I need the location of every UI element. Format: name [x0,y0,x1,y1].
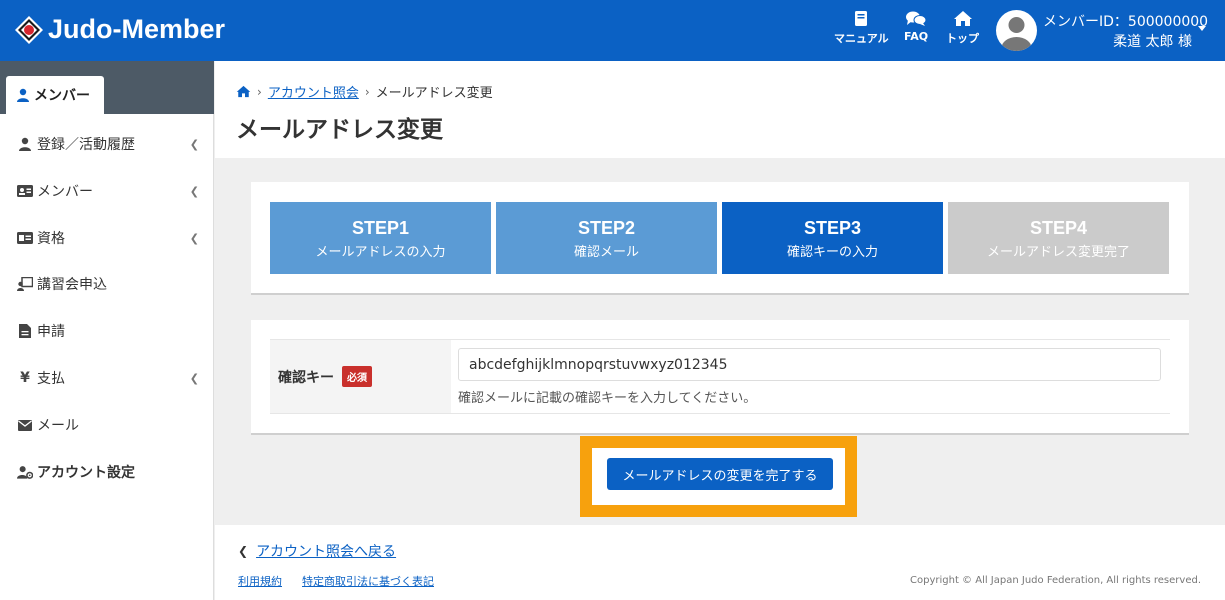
step-title: STEP1 [351,218,410,238]
sidebar-item-label: メール [37,418,79,434]
nav-top[interactable]: トップ [946,10,979,46]
form-panel: 確認キー 必須 確認メールに記載の確認キーを入力してください。 [251,320,1189,435]
chevron-down-icon[interactable] [1198,26,1206,31]
logo-text: Judo-Member [48,14,226,44]
step-subtitle: メールアドレス変更完了 [986,245,1130,260]
sidebar-item-mail[interactable]: メール [0,402,214,448]
sidebar-item-label: アカウント設定 [37,465,135,481]
nav-top-label: トップ [946,32,979,45]
document-icon [17,324,33,338]
envelope-icon [17,418,33,432]
complete-change-button[interactable]: メールアドレスの変更を完了する [607,458,833,490]
top-header: Judo-Member マニュアル FAQ トップ メンバーID：5000000… [0,0,1225,61]
breadcrumb-current: メールアドレス変更 [375,86,493,101]
book-icon [855,11,868,26]
form-row-confirm-key: 確認キー 必須 確認メールに記載の確認キーを入力してください。 [270,339,1170,414]
form-label: 確認キー 必須 [270,340,451,413]
field-label: 確認キー [278,369,334,386]
user-icon [17,88,29,102]
back-link[interactable]: ❮ アカウント照会へ戻る [238,541,396,561]
nav-manual-label: マニュアル [834,32,889,45]
sidebar-item-application[interactable]: 申請 [0,308,214,354]
field-hint: 確認メールに記載の確認キーを入力してください。 [458,391,757,406]
chevron-left-icon: ❮ [189,232,199,245]
sidebar-item-payment[interactable]: ¥ 支払 ❮ [0,355,214,401]
nav-manual[interactable]: マニュアル [834,10,889,46]
id-card-icon [17,184,33,198]
user-icon [17,137,33,151]
sidebar-item-label: 申請 [37,324,65,340]
sidebar: メンバー 登録／活動履歴 ❮ メンバー ❮ 資格 ❮ 講習会申込 申請 ¥ 支払… [0,61,214,600]
chevron-left-icon: ❮ [238,544,249,558]
judo-logo-icon [15,15,43,44]
avatar[interactable] [996,10,1037,51]
sidebar-item-history[interactable]: 登録／活動履歴 ❮ [0,121,214,167]
user-avatar-icon [1001,17,1032,51]
step-title: STEP3 [803,218,862,238]
chevron-left-icon: ❮ [189,138,199,151]
sidebar-tab-member[interactable]: メンバー [6,76,104,114]
sidebar-tab-label: メンバー [34,88,90,104]
step-subtitle: 確認メール [573,245,639,260]
sidebar-item-label: 支払 [37,371,65,387]
sidebar-tab-bar: メンバー [0,61,214,114]
sidebar-item-label: メンバー [37,184,93,200]
license-icon [17,231,33,245]
terms-link[interactable]: 利用規約 [238,573,282,589]
member-name: 柔道 太郎 様 [1113,34,1192,50]
breadcrumb-link-account[interactable]: アカウント照会 [268,82,359,101]
commerce-law-link[interactable]: 特定商取引法に基づく表記 [302,573,434,589]
member-id: メンバーID：500000000 [1043,14,1209,30]
chevron-left-icon: ❮ [189,372,199,385]
breadcrumb: › アカウント照会 › メールアドレス変更 [236,82,493,101]
nav-faq-label: FAQ [904,30,929,43]
user-gear-icon [17,465,33,479]
chevron-right-icon: › [364,84,370,99]
step-subtitle: メールアドレスの入力 [315,245,446,260]
back-to-account-link[interactable]: アカウント照会へ戻る [256,541,396,561]
lecture-icon [17,277,33,291]
steps-panel: STEP1 メールアドレスの入力 STEP2 確認メール STEP3 確認キーの… [251,182,1189,295]
sidebar-item-lecture[interactable]: 講習会申込 [0,261,214,307]
nav-faq[interactable]: FAQ [904,10,928,43]
chevron-right-icon: › [257,84,262,99]
home-icon [953,11,972,26]
step-2: STEP2 確認メール [496,202,717,274]
step-1: STEP1 メールアドレスの入力 [270,202,491,274]
home-icon[interactable] [236,85,251,98]
required-badge: 必須 [342,366,372,387]
step-title: STEP4 [1029,218,1088,238]
sidebar-item-account-settings[interactable]: アカウント設定 [0,449,214,495]
sidebar-item-label: 登録／活動履歴 [37,137,135,153]
step-subtitle: 確認キーの入力 [786,245,878,260]
chat-icon [906,11,927,26]
yen-icon: ¥ [20,370,30,386]
page-title: メールアドレス変更 [236,117,443,143]
chevron-left-icon: ❮ [189,185,199,198]
sidebar-item-license[interactable]: 資格 ❮ [0,215,214,261]
step-title: STEP2 [577,218,636,238]
step-4: STEP4 メールアドレス変更完了 [948,202,1169,274]
step-3: STEP3 確認キーの入力 [722,202,943,274]
sidebar-item-label: 資格 [37,231,65,247]
logo[interactable]: Judo-Member [14,14,225,45]
sidebar-item-member[interactable]: メンバー ❮ [0,168,214,214]
sidebar-item-label: 講習会申込 [37,277,107,293]
confirm-key-input[interactable] [458,348,1161,381]
copyright: Copyright © All Japan Judo Federation, A… [910,575,1201,586]
